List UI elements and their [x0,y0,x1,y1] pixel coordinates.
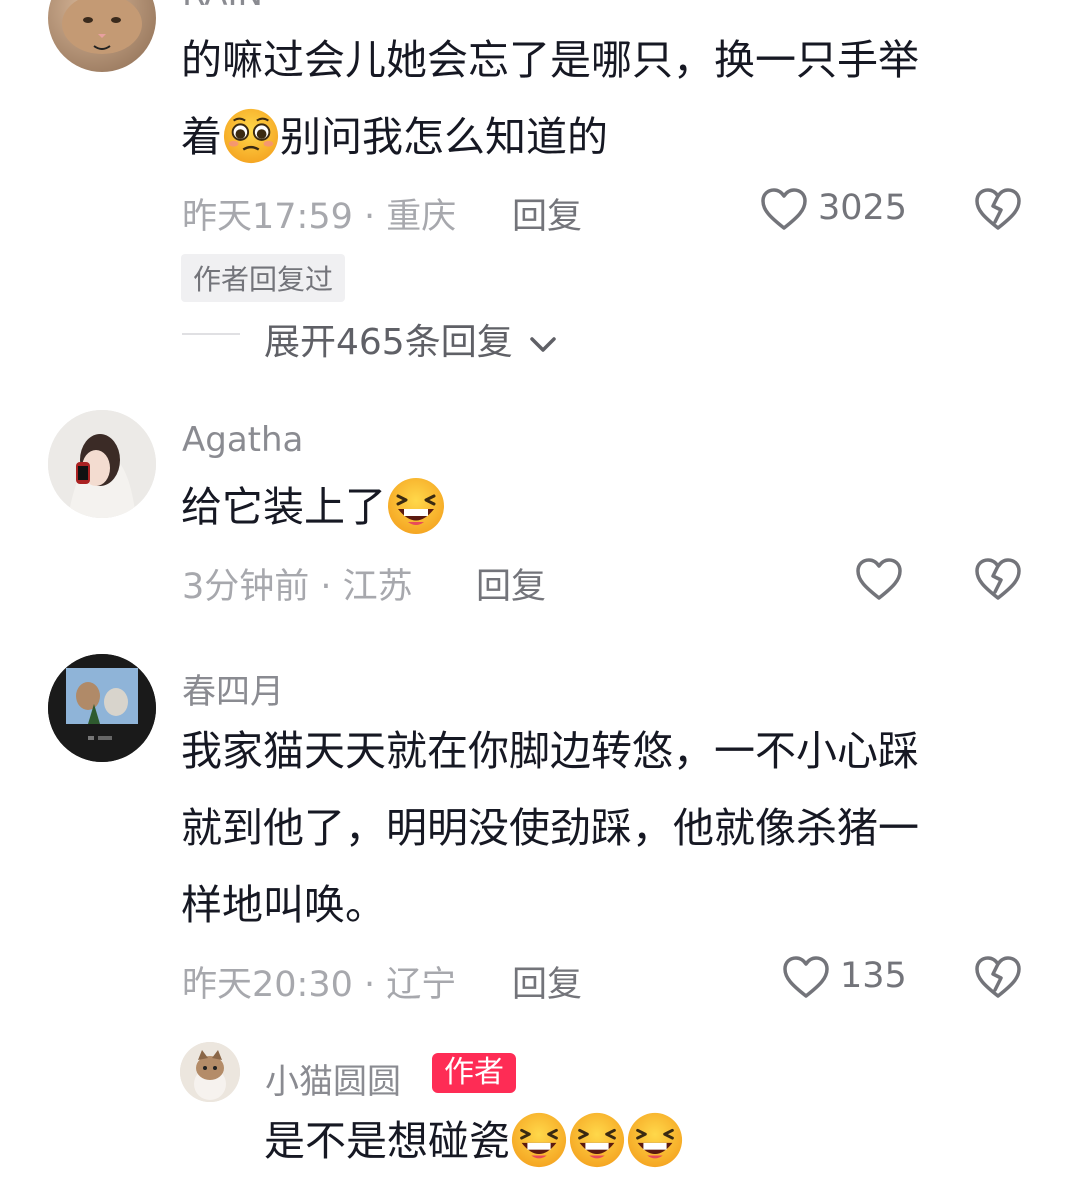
avatar[interactable] [180,1042,240,1102]
grin-squint-emoji-icon [626,1111,684,1169]
comment-text: 的嘛过会儿她会忘了是哪只，换一只手举 [181,22,919,99]
heart-outline-icon[interactable] [782,954,830,1000]
author-replied-tag: 作者回复过 [181,254,346,302]
comment-meta: 昨天17:59 · 重庆 [182,197,457,237]
comment-text-line: 给它装上了 [181,483,386,531]
comment-text: 就到他了，明明没使劲踩，他就像杀猪一 [181,790,919,867]
comment-text: 我家猫天天就在你脚边转悠，一不小心踩 [181,713,919,790]
broken-heart-icon[interactable] [974,556,1022,602]
username[interactable]: 春四月 [182,664,284,713]
like-count: 3025 [818,188,908,228]
cat-photo-icon [62,0,142,54]
avatar[interactable] [48,410,156,518]
expand-replies-label: 展开465条回复 [264,322,513,363]
divider [182,333,240,335]
comment-text-line: 样地叫唤。 [181,881,386,929]
reply-text-line: 是不是想碰瓷 [264,1117,510,1165]
grin-squint-emoji-icon [510,1111,568,1169]
portrait-photo-icon [48,410,156,518]
heart-outline-icon[interactable] [760,186,808,232]
avatar[interactable] [48,654,156,762]
broken-heart-icon[interactable] [974,186,1022,232]
reply-button[interactable]: 回复 [512,188,582,239]
comment-text-line: 我家猫天天就在你脚边转悠，一不小心踩 [181,727,919,775]
broken-heart-icon[interactable] [974,954,1022,1000]
comment-text-line: 着 [181,113,222,161]
chevron-down-icon [530,337,556,352]
comment-text: 样地叫唤。 [181,867,386,944]
expand-replies-button[interactable]: 展开465条回复 [264,313,558,365]
grin-squint-emoji-icon [568,1111,626,1169]
cats-photo-icon [48,654,156,762]
reply-button[interactable]: 回复 [512,956,582,1007]
avatar[interactable] [48,0,156,72]
like-count: 135 [840,956,907,996]
comment-text-line: 的嘛过会儿她会忘了是哪只，换一只手举 [181,36,919,84]
comment-meta: 3分钟前 · 江苏 [182,567,413,607]
pleading-emoji-icon [222,107,280,165]
comment-text-line: 就到他了，明明没使劲踩，他就像杀猪一 [181,804,919,852]
comment-text: 给它装上了 [181,469,446,546]
username[interactable]: Agatha [182,420,303,460]
comment-text-line: 别问我怎么知道的 [280,113,608,161]
grin-squint-emoji-icon [386,476,446,536]
username[interactable]: 小猫圆圆 [265,1054,401,1103]
reply-text: 是不是想碰瓷 [264,1103,684,1180]
heart-outline-icon[interactable] [855,556,903,602]
reply-button[interactable]: 回复 [476,558,546,609]
comment-text: 着 别问我怎么知道的 [181,99,608,176]
kitten-photo-icon [180,1042,240,1102]
author-badge: 作者 [432,1053,516,1093]
username[interactable]: RAIN [182,0,263,14]
comment-meta: 昨天20:30 · 辽宁 [182,965,457,1005]
